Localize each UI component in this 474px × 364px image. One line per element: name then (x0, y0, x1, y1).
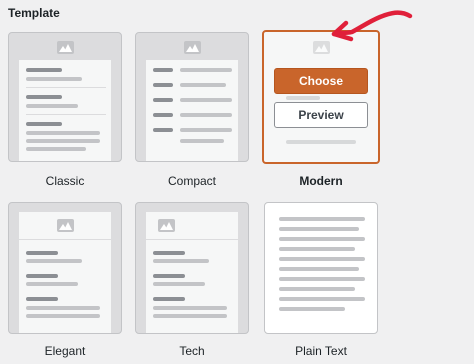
template-card-elegant[interactable] (8, 202, 122, 334)
image-placeholder-icon (57, 219, 74, 232)
template-label-classic[interactable]: Classic (8, 174, 122, 188)
template-preview (145, 59, 239, 161)
template-card-classic[interactable] (8, 32, 122, 162)
template-label-plain-text[interactable]: Plain Text (264, 344, 378, 358)
template-label-modern[interactable]: Modern (264, 174, 378, 188)
template-card-compact[interactable] (135, 32, 249, 162)
template-label-elegant[interactable]: Elegant (8, 344, 122, 358)
choose-button[interactable]: Choose (274, 68, 368, 94)
template-preview (18, 59, 112, 161)
curved-arrow-icon (331, 10, 413, 42)
template-label-compact[interactable]: Compact (135, 174, 249, 188)
template-preview (145, 211, 239, 333)
section-title: Template (8, 6, 60, 20)
image-placeholder-icon (158, 219, 175, 232)
image-placeholder-icon (184, 41, 201, 54)
image-placeholder-icon (57, 41, 74, 54)
template-preview (18, 211, 112, 333)
preview-button[interactable]: Preview (274, 102, 368, 128)
template-card-plain-text[interactable] (264, 202, 378, 334)
template-label-tech[interactable]: Tech (135, 344, 249, 358)
template-card-tech[interactable] (135, 202, 249, 334)
